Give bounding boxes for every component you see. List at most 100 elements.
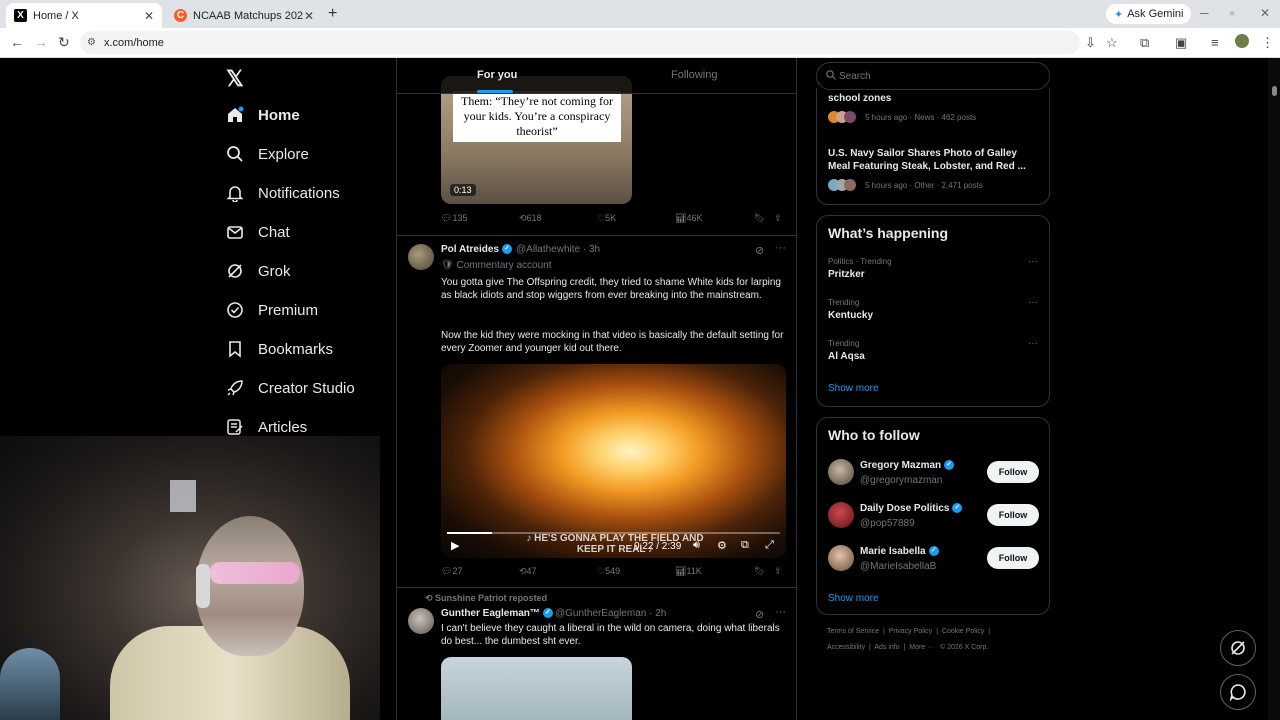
reply-button[interactable]: 💬︎ 27 bbox=[441, 566, 462, 577]
tab-home-x[interactable]: X Home / X ✕ bbox=[6, 3, 162, 28]
bookmark-star-icon[interactable]: ☆ bbox=[1106, 35, 1118, 51]
user-name[interactable]: Daily Dose Politics ✓ bbox=[860, 503, 963, 514]
trend-topic[interactable]: Kentucky bbox=[828, 310, 873, 321]
avatar[interactable] bbox=[828, 459, 854, 485]
author-handle[interactable]: @GuntherEagleman · 2h bbox=[555, 608, 666, 619]
views-button[interactable]: 📊︎ 11K bbox=[675, 566, 702, 577]
url-field[interactable]: ⚙ x.com/home bbox=[80, 31, 1080, 54]
sidebar-icon[interactable]: ▣ bbox=[1175, 35, 1187, 51]
messages-fab-button[interactable] bbox=[1220, 674, 1256, 710]
nav-notifications[interactable]: Notifications bbox=[226, 184, 340, 202]
grok-fab-button[interactable] bbox=[1220, 630, 1256, 666]
show-more-link[interactable]: Show more bbox=[828, 383, 879, 394]
follow-button[interactable]: Follow bbox=[987, 547, 1039, 569]
page-scrollbar[interactable] bbox=[1268, 58, 1280, 720]
user-name[interactable]: Gregory Mazman ✓ bbox=[860, 460, 955, 471]
new-tab-button[interactable]: + bbox=[328, 5, 337, 23]
nav-creator-studio[interactable]: Creator Studio bbox=[226, 379, 355, 397]
follow-button[interactable]: Follow bbox=[987, 461, 1039, 483]
show-more-link[interactable]: Show more bbox=[828, 593, 879, 604]
nav-chat[interactable]: Chat bbox=[226, 223, 290, 241]
nav-explore[interactable]: Explore bbox=[226, 145, 309, 163]
search-input[interactable]: Search bbox=[816, 62, 1050, 90]
footer-terms[interactable]: Terms of Service bbox=[827, 628, 879, 635]
footer-privacy[interactable]: Privacy Policy bbox=[889, 628, 933, 635]
nav-label: Chat bbox=[258, 223, 290, 241]
verified-badge-icon: ✓ bbox=[944, 460, 955, 471]
fullscreen-icon[interactable]: ⤢ bbox=[765, 539, 774, 552]
more-options-icon[interactable]: ··· bbox=[775, 606, 786, 618]
share-icon[interactable]: ⇪ bbox=[774, 566, 782, 577]
forward-icon[interactable]: → bbox=[34, 34, 48, 50]
footer-more[interactable]: More ··· bbox=[909, 644, 934, 651]
nav-bookmarks[interactable]: Bookmarks bbox=[226, 340, 333, 358]
views-button[interactable]: 📊︎ 46K bbox=[675, 213, 702, 224]
more-options-icon[interactable]: ··· bbox=[775, 242, 786, 254]
play-icon[interactable]: ▶ bbox=[451, 539, 459, 552]
bookmark-icon[interactable]: 🔖︎ bbox=[754, 213, 765, 224]
footer-cookie[interactable]: Cookie Policy bbox=[942, 628, 984, 635]
avatar[interactable] bbox=[828, 545, 854, 571]
tab-ncaab[interactable]: C NCAAB Matchups 2025-2026 - ✕ bbox=[166, 3, 322, 28]
close-tab-icon[interactable]: ✕ bbox=[144, 9, 154, 23]
more-options-icon[interactable]: ··· bbox=[1028, 297, 1038, 308]
extensions-icon[interactable]: ⧉ bbox=[1140, 35, 1149, 51]
like-button[interactable]: ♡ 549 bbox=[597, 566, 620, 577]
grok-analyze-icon[interactable]: ⊘ bbox=[755, 608, 764, 621]
author-handle[interactable]: @Allathewhite · 3h bbox=[516, 244, 600, 255]
nav-label: Grok bbox=[258, 262, 291, 280]
close-tab-icon[interactable]: ✕ bbox=[304, 9, 314, 23]
install-icon[interactable]: ⇩ bbox=[1085, 35, 1096, 51]
close-window-icon[interactable]: ✕ bbox=[1260, 6, 1270, 20]
repost-button[interactable]: ⟲ 618 bbox=[519, 213, 542, 224]
like-button[interactable]: ♡ 5K bbox=[597, 213, 616, 224]
tab-following[interactable]: Following bbox=[671, 69, 717, 81]
trend-title[interactable]: school zones bbox=[828, 93, 891, 104]
video-player[interactable]: ▶ ♪ HE'S GONNA PLAY THE FIELD AND KEEP I… bbox=[441, 364, 786, 558]
settings-icon[interactable]: ⚙ bbox=[717, 539, 727, 552]
more-options-icon[interactable]: ··· bbox=[1028, 338, 1038, 349]
nav-home[interactable]: Home bbox=[226, 106, 300, 124]
nav-grok[interactable]: Grok bbox=[226, 262, 291, 280]
trend-title[interactable]: U.S. Navy Sailor Shares Photo of Galley … bbox=[828, 147, 1038, 173]
timeline: For you Following Them: “They’re not com… bbox=[396, 58, 797, 720]
pip-icon[interactable]: ⧉ bbox=[741, 539, 749, 552]
trend-topic[interactable]: Al Aqsa bbox=[828, 351, 865, 362]
ask-gemini-button[interactable]: ✦ Ask Gemini bbox=[1106, 4, 1192, 24]
more-options-icon[interactable]: ··· bbox=[1028, 256, 1038, 267]
volume-icon[interactable]: 🔊︎ bbox=[693, 539, 700, 552]
trend-topic[interactable]: Pritzker bbox=[828, 269, 865, 280]
tab-for-you[interactable]: For you bbox=[477, 69, 517, 81]
scrollbar-thumb[interactable] bbox=[1272, 86, 1277, 96]
reload-icon[interactable]: ↻ bbox=[58, 34, 70, 51]
post-media-video[interactable]: Them: “They’re not coming for your kids.… bbox=[441, 76, 632, 204]
author-name[interactable]: Pol Atreides ✓ bbox=[441, 244, 512, 255]
reply-button[interactable]: 💬︎ 135 bbox=[441, 213, 467, 224]
webcam-headphones bbox=[196, 564, 210, 608]
follow-button[interactable]: Follow bbox=[987, 504, 1039, 526]
verified-badge-icon: ✓ bbox=[928, 546, 939, 557]
footer-accessibility[interactable]: Accessibility bbox=[827, 644, 865, 651]
nav-premium[interactable]: Premium bbox=[226, 301, 318, 319]
user-name[interactable]: Marie Isabella ✓ bbox=[860, 546, 939, 557]
author-name[interactable]: Gunther Eagleman™ ✓ bbox=[441, 608, 553, 619]
site-info-icon[interactable]: ⚙ bbox=[87, 37, 96, 48]
footer-ads[interactable]: Ads info bbox=[874, 644, 899, 651]
menu-icon[interactable]: ⋮ bbox=[1261, 35, 1274, 51]
post-media-video[interactable] bbox=[441, 657, 632, 720]
repost-label[interactable]: ⟲ Sunshine Patriot reposted bbox=[425, 593, 547, 604]
back-icon[interactable]: ← bbox=[10, 34, 24, 50]
reading-list-icon[interactable]: ≡ bbox=[1211, 35, 1219, 50]
restore-icon[interactable]: ▫ bbox=[1230, 6, 1234, 20]
x-logo-icon[interactable]: 𝕏 bbox=[226, 66, 244, 92]
avatar[interactable] bbox=[408, 608, 434, 634]
profile-avatar-icon[interactable] bbox=[1235, 34, 1249, 48]
grok-analyze-icon[interactable]: ⊘ bbox=[755, 244, 764, 257]
repost-button[interactable]: ⟲ 47 bbox=[519, 566, 537, 577]
avatar[interactable] bbox=[828, 502, 854, 528]
share-icon[interactable]: ⇪ bbox=[774, 213, 782, 224]
avatar[interactable] bbox=[408, 244, 434, 270]
bookmark-icon[interactable]: 🔖︎ bbox=[754, 566, 765, 577]
nav-articles[interactable]: Articles bbox=[226, 418, 307, 436]
minimize-icon[interactable]: ─ bbox=[1200, 6, 1209, 20]
